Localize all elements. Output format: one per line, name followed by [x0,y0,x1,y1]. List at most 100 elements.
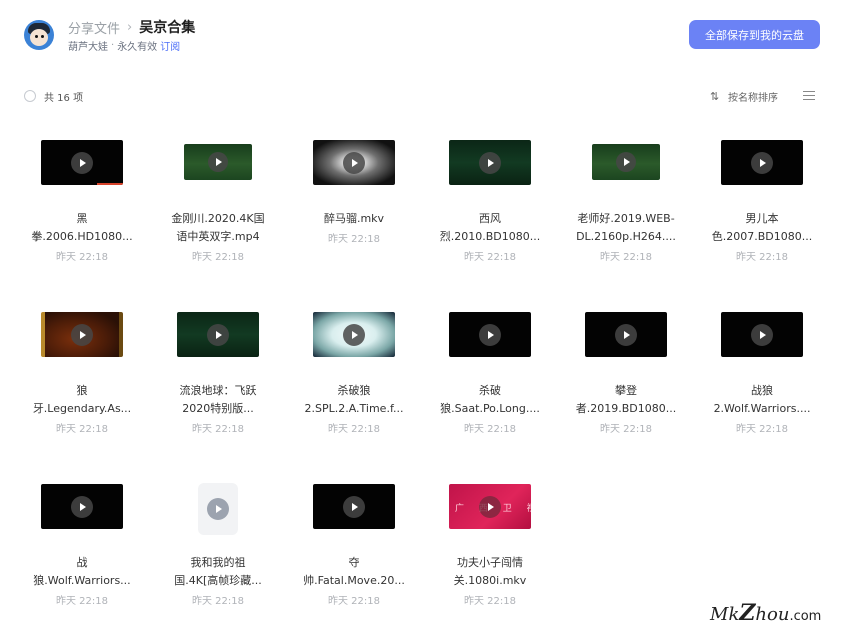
video-thumbnail[interactable] [449,312,531,357]
play-icon[interactable] [71,323,93,346]
sort-button[interactable]: ⇅ 按名称排序 [710,89,778,104]
video-thumbnail[interactable] [585,312,667,357]
watermark-char-m: M [710,604,729,625]
play-icon[interactable] [343,323,365,346]
file-name-line1: 战狼 [751,384,773,397]
file-item[interactable]: 杀破狼 2.SPL.2.A.Time.f... 昨天 22:18 [286,300,422,472]
owner-name[interactable]: 葫芦大娃 [68,38,108,53]
video-thumbnail[interactable] [41,312,123,357]
file-name-line2: 狼.Wolf.Warriors... [33,574,131,587]
play-icon[interactable] [71,495,93,518]
video-thumbnail[interactable]: 广 西 卫 视 片 厂 [449,484,531,529]
file-name-line1: 流浪地球：飞跃 [179,384,257,397]
file-name-line1: 金刚川.2020.4K国 [171,212,265,225]
file-name[interactable]: 西风 烈.2010.BD1080... [430,210,550,246]
file-name-line1: 攀登 [615,384,637,397]
file-name[interactable]: 狼牙.Legendary.As... [22,382,142,418]
video-thumbnail[interactable] [721,140,803,185]
breadcrumb-root[interactable]: 分享文件 [68,18,120,37]
video-thumbnail[interactable] [41,140,123,185]
file-item[interactable]: 战狼.Wolf.Warriors... 昨天 22:18 [14,472,150,641]
file-item[interactable]: 夺帅.Fatal.Move.20... 昨天 22:18 [286,472,422,641]
play-icon[interactable] [343,495,365,518]
play-icon[interactable] [479,495,501,518]
file-timestamp: 昨天 22:18 [600,424,652,435]
file-name[interactable]: 流浪地球：飞跃 2020特别版... [158,382,278,418]
meta-dot: · [111,40,115,51]
file-item[interactable]: 杀破 狼.Saat.Po.Long.... 昨天 22:18 [422,300,558,472]
play-icon[interactable] [207,498,229,520]
file-timestamp: 昨天 22:18 [328,596,380,607]
file-name[interactable]: 男儿本 色.2007.BD1080... [702,210,822,246]
list-view-icon[interactable] [803,91,815,100]
file-timestamp: 昨天 22:18 [192,596,244,607]
file-name[interactable]: 金刚川.2020.4K国 语中英双字.mp4 [158,210,278,246]
play-icon[interactable] [343,151,365,174]
file-name[interactable]: 我和我的祖 国.4K[高帧珍藏... [158,554,278,590]
file-timestamp: 昨天 22:18 [464,596,516,607]
file-item[interactable]: 金刚川.2020.4K国 语中英双字.mp4 昨天 22:18 [150,128,286,300]
video-thumbnail[interactable] [313,140,395,185]
subscribe-link[interactable]: 订阅 [160,38,180,53]
video-thumbnail[interactable] [313,312,395,357]
play-icon[interactable] [207,323,229,346]
file-name-line1: 老师好.2019.WEB- [577,212,675,225]
play-icon[interactable] [208,152,228,172]
file-item[interactable]: 老师好.2019.WEB- DL.2160p.H264.... 昨天 22:18 [558,128,694,300]
file-name-line2: 牙.Legendary.As... [32,402,132,415]
play-icon[interactable] [615,323,637,346]
site-watermark: MkZhou.com [710,600,821,626]
file-name-line2: 国.4K[高帧珍藏... [174,574,262,587]
file-item[interactable]: 攀登 者.2019.BD1080... 昨天 22:18 [558,300,694,472]
file-name[interactable]: 夺帅.Fatal.Move.20... [294,554,414,590]
file-item[interactable]: 我和我的祖 国.4K[高帧珍藏... 昨天 22:18 [150,472,286,641]
video-thumbnail[interactable] [41,484,123,529]
play-icon[interactable] [751,323,773,346]
file-item[interactable]: 狼牙.Legendary.As... 昨天 22:18 [14,300,150,472]
file-name[interactable]: 战狼 2.Wolf.Warriors.... [702,382,822,418]
file-name[interactable]: 黑拳.2006.HD1080... [22,210,142,246]
file-name[interactable]: 杀破 狼.Saat.Po.Long.... [430,382,550,418]
play-icon[interactable] [71,151,93,174]
video-thumbnail[interactable] [198,483,238,535]
file-item[interactable]: 流浪地球：飞跃 2020特别版... 昨天 22:18 [150,300,286,472]
file-name[interactable]: 老师好.2019.WEB- DL.2160p.H264.... [566,210,686,246]
file-item[interactable]: 男儿本 色.2007.BD1080... 昨天 22:18 [694,128,830,300]
play-icon[interactable] [616,152,636,172]
video-thumbnail[interactable] [449,140,531,185]
owner-avatar[interactable] [24,20,54,50]
file-item[interactable]: 西风 烈.2010.BD1080... 昨天 22:18 [422,128,558,300]
video-thumbnail[interactable] [177,312,259,357]
file-name-line1: 狼 [76,384,88,397]
file-timestamp: 昨天 22:18 [56,424,108,435]
file-name[interactable]: 杀破狼 2.SPL.2.A.Time.f... [294,382,414,418]
video-thumbnail[interactable] [184,144,252,180]
video-thumbnail[interactable] [721,312,803,357]
file-name-line1: 醉马骝.mkv [323,212,385,225]
file-name[interactable]: 功夫小子闯情 关.1080i.mkv [430,554,550,590]
file-name-line2: 色.2007.BD1080... [711,230,813,243]
file-name[interactable]: 战狼.Wolf.Warriors... [22,554,142,590]
file-item[interactable]: 醉马骝.mkv 昨天 22:18 [286,128,422,300]
file-item[interactable]: 广 西 卫 视 片 厂功夫小子闯情关.1080i.mkv 昨天 22:18 [422,472,558,641]
video-thumbnail[interactable] [313,484,395,529]
play-icon[interactable] [479,151,501,174]
file-timestamp: 昨天 22:18 [328,424,380,435]
file-name[interactable]: 醉马骝.mkv [294,210,414,228]
file-item[interactable]: 黑拳.2006.HD1080... 昨天 22:18 [14,128,150,300]
file-timestamp: 昨天 22:18 [736,424,788,435]
video-thumbnail[interactable] [592,144,660,180]
play-icon[interactable] [751,151,773,174]
watermark-text-com: .com [789,609,822,624]
file-name-line2: 2.SPL.2.A.Time.f... [304,402,404,415]
save-all-button[interactable]: 全部保存到我的云盘 [689,20,820,49]
file-timestamp: 昨天 22:18 [736,252,788,263]
file-timestamp: 昨天 22:18 [56,252,108,263]
sort-arrows-icon: ⇅ [710,90,720,103]
play-icon[interactable] [479,323,501,346]
file-name-line2: 语中英双字.mp4 [176,230,260,243]
select-all-checkbox[interactable] [24,90,36,102]
file-item[interactable]: 战狼 2.Wolf.Warriors.... 昨天 22:18 [694,300,830,472]
file-name[interactable]: 攀登 者.2019.BD1080... [566,382,686,418]
avatar-face [30,29,48,46]
